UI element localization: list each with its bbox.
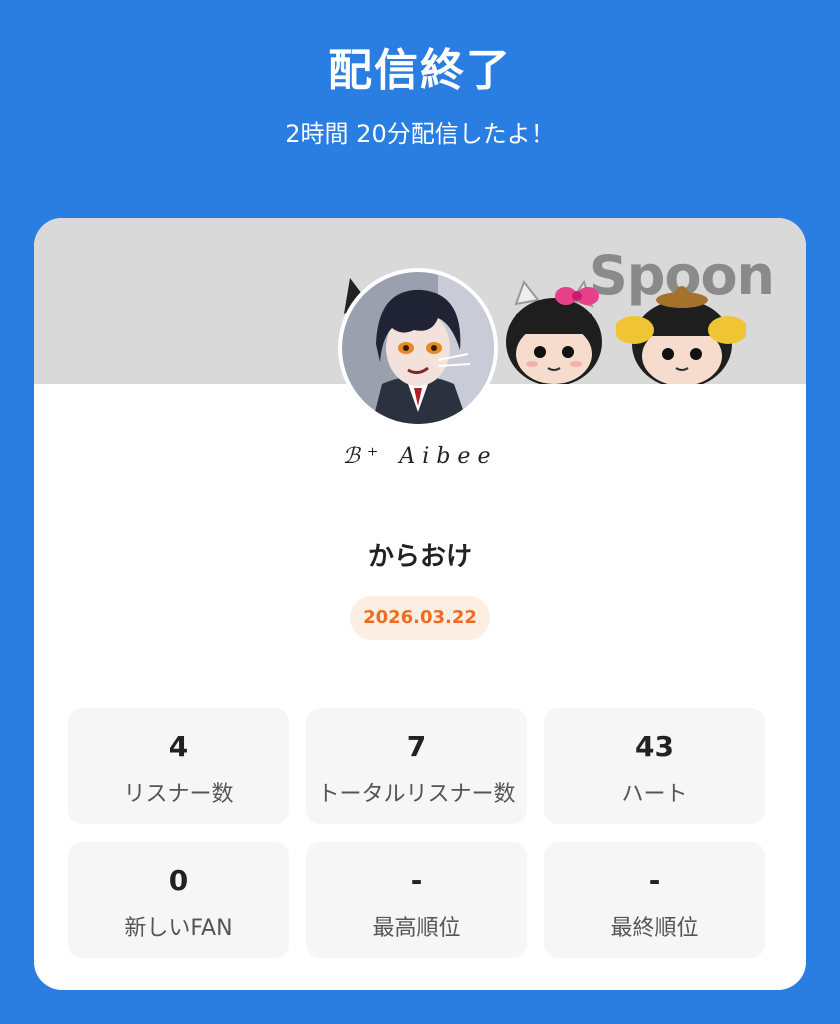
stat-label: 最終順位	[610, 916, 699, 941]
stat-new-fans: 0 新しいFAN	[68, 842, 289, 958]
stat-value: 4	[168, 730, 189, 763]
stat-value: 7	[406, 730, 427, 763]
stream-date-badge: 2026.03.22	[350, 596, 490, 640]
profile-avatar[interactable]	[338, 268, 498, 428]
stat-final-rank: - 最終順位	[544, 842, 765, 958]
stat-value: -	[648, 864, 661, 897]
stat-label: リスナー数	[123, 782, 234, 807]
stat-hearts: 43 ハート	[544, 708, 765, 824]
stat-label: トータルリスナー数	[317, 782, 516, 807]
stat-total-listeners: 7 トータルリスナー数	[306, 708, 527, 824]
stream-summary-card: Spoon ℬ⁺ Aibee からおけ 2026.03.22 4 リスナー数 7…	[34, 218, 806, 990]
banner-character-yellow-girl	[616, 286, 746, 384]
avatar-image	[342, 272, 494, 424]
header-subtitle: 2時間 20分配信したよ！	[285, 120, 555, 148]
stat-label: ハート	[621, 782, 688, 807]
header-title: 配信終了	[328, 45, 512, 96]
stat-value: -	[410, 864, 423, 897]
stat-label: 新しいFAN	[124, 916, 233, 941]
banner-character-bow-girl	[506, 280, 602, 384]
stat-value: 43	[635, 730, 674, 763]
stat-value: 0	[168, 864, 189, 897]
creator-signature: ℬ⁺ Aibee	[342, 444, 498, 469]
stat-label: 最高順位	[372, 916, 461, 941]
stream-title: からおけ	[367, 542, 472, 572]
stat-highest-rank: - 最高順位	[306, 842, 527, 958]
stat-listeners: 4 リスナー数	[68, 708, 289, 824]
